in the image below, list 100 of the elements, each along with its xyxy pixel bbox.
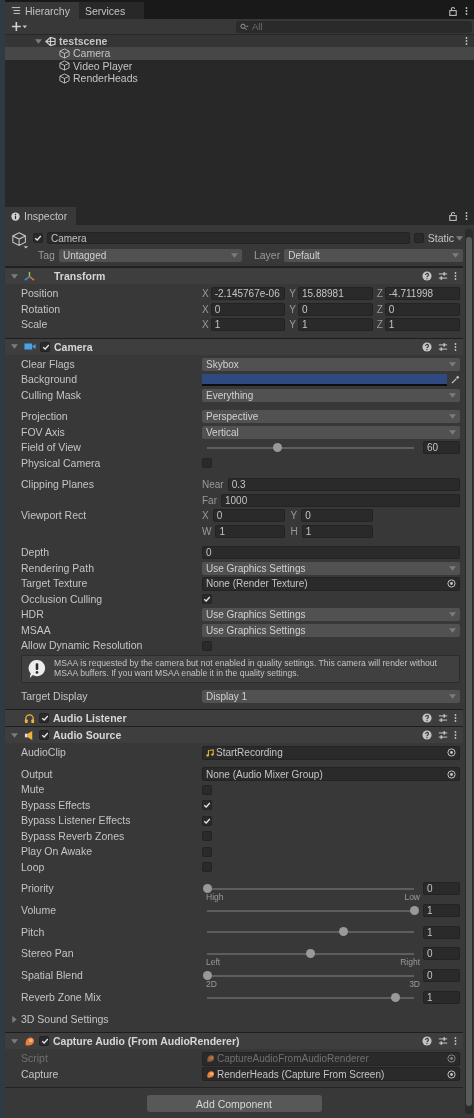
more-icon[interactable] xyxy=(465,5,468,16)
more-icon[interactable] xyxy=(465,211,468,221)
presets-icon[interactable] xyxy=(438,730,448,740)
collapse-arrow-icon[interactable] xyxy=(35,37,42,45)
dropdown[interactable]: Untagged xyxy=(58,248,242,262)
input-field[interactable]: 1000 xyxy=(221,493,460,507)
input-field[interactable]: 1 xyxy=(384,318,460,332)
dropdown[interactable]: Vertical xyxy=(202,425,460,439)
checkbox[interactable] xyxy=(40,341,50,352)
object-picker-icon[interactable] xyxy=(447,579,456,589)
input-field[interactable]: 15.88981 xyxy=(298,287,373,301)
input-field[interactable]: Camera xyxy=(47,232,410,244)
add-component-button[interactable]: Add Component xyxy=(146,1095,322,1112)
presets-icon[interactable] xyxy=(438,341,448,352)
input-field[interactable]: 0 xyxy=(423,882,460,896)
input-field[interactable]: 1 xyxy=(301,524,373,538)
help-icon[interactable] xyxy=(422,730,432,740)
input-field[interactable]: 0 xyxy=(212,509,285,523)
static-dropdown[interactable]: Static xyxy=(427,232,463,244)
input-field[interactable]: 0 xyxy=(301,509,373,523)
input-field[interactable]: 0 xyxy=(202,546,460,560)
slider-thumb[interactable] xyxy=(409,905,419,915)
input-field[interactable]: 0 xyxy=(384,302,460,316)
checkbox[interactable] xyxy=(202,594,212,605)
slider-thumb[interactable] xyxy=(202,883,212,893)
input-field[interactable]: 60 xyxy=(423,441,460,455)
input-field[interactable]: 0 xyxy=(298,302,373,316)
input-field[interactable]: 0.3 xyxy=(227,478,460,492)
panel-tab[interactable]: Hierarchy xyxy=(5,2,79,19)
more-icon[interactable] xyxy=(465,36,468,47)
component-header[interactable]: Camera xyxy=(5,337,463,355)
help-icon[interactable] xyxy=(422,1036,432,1046)
input-field[interactable]: 1 xyxy=(298,318,373,332)
checkbox[interactable] xyxy=(202,815,212,826)
hierarchy-item[interactable]: RenderHeads xyxy=(5,71,474,85)
slider-thumb[interactable] xyxy=(272,442,282,452)
presets-icon[interactable] xyxy=(438,271,448,281)
help-icon[interactable] xyxy=(422,341,432,352)
dropdown[interactable]: Everything xyxy=(202,388,460,402)
input-field[interactable]: 1 xyxy=(423,904,460,918)
scene-row[interactable]: testscene xyxy=(5,35,474,48)
object-icon[interactable] xyxy=(11,231,29,249)
object-field[interactable]: RenderHeads (Capture From Screen) xyxy=(202,1067,460,1082)
input-field[interactable]: 1 xyxy=(215,524,285,538)
checkbox[interactable] xyxy=(39,1036,49,1046)
more-icon[interactable] xyxy=(454,730,457,740)
expand-arrow-icon[interactable] xyxy=(11,1015,18,1023)
collapse-arrow-icon[interactable] xyxy=(11,343,18,350)
presets-icon[interactable] xyxy=(438,713,448,723)
slider-thumb[interactable] xyxy=(202,970,212,980)
input-field[interactable]: 0 xyxy=(423,969,460,983)
lock-icon[interactable] xyxy=(449,5,457,16)
foldout-label[interactable]: 3D Sound Settings xyxy=(21,1011,202,1027)
dropdown[interactable]: Use Graphics Settings xyxy=(202,623,460,637)
lock-icon[interactable] xyxy=(449,211,457,221)
input-field[interactable]: -4.711998 xyxy=(384,287,460,301)
slider-thumb[interactable] xyxy=(390,992,400,1002)
add-button[interactable] xyxy=(11,21,27,32)
more-icon[interactable] xyxy=(454,341,457,352)
checkbox[interactable] xyxy=(33,233,43,243)
collapse-arrow-icon[interactable] xyxy=(11,1037,18,1045)
help-icon[interactable] xyxy=(422,713,432,723)
input-field[interactable]: 1 xyxy=(210,318,286,332)
presets-icon[interactable] xyxy=(438,1036,448,1046)
slider-thumb[interactable] xyxy=(306,948,315,958)
dropdown[interactable]: Display 1 xyxy=(202,689,460,703)
component-header[interactable]: Transform xyxy=(5,267,463,284)
object-picker-icon[interactable] xyxy=(447,769,456,779)
slider-thumb[interactable] xyxy=(339,927,349,937)
dropdown[interactable]: Perspective xyxy=(202,410,460,424)
panel-tab[interactable]: Inspector xyxy=(5,207,77,225)
panel-tab[interactable]: Services xyxy=(78,2,144,19)
dropdown[interactable]: Use Graphics Settings xyxy=(202,608,460,622)
input-field[interactable]: 0 xyxy=(423,947,460,961)
checkbox[interactable] xyxy=(202,800,212,811)
hierarchy-item[interactable]: Video Player xyxy=(5,59,474,72)
collapse-arrow-icon[interactable] xyxy=(11,272,18,280)
more-icon[interactable] xyxy=(454,271,457,281)
checkbox[interactable] xyxy=(39,730,49,740)
dropdown[interactable]: Default xyxy=(284,248,463,262)
search-field[interactable]: All xyxy=(236,20,472,33)
dropdown[interactable]: Skybox xyxy=(202,357,460,371)
input-field[interactable]: 1 xyxy=(423,991,460,1005)
scrollbar[interactable] xyxy=(465,229,473,1114)
component-header[interactable]: Audio Listener xyxy=(5,709,463,726)
hierarchy-item[interactable]: Camera xyxy=(5,47,474,60)
object-field[interactable]: None (Audio Mixer Group) xyxy=(202,767,460,782)
component-header[interactable]: Audio Source xyxy=(5,726,463,743)
collapse-arrow-icon[interactable] xyxy=(11,731,18,739)
more-icon[interactable] xyxy=(454,1036,457,1046)
object-picker-icon[interactable] xyxy=(447,748,456,758)
object-field[interactable]: None (Render Texture) xyxy=(202,576,460,591)
help-icon[interactable] xyxy=(422,271,432,281)
object-field[interactable]: StartRecording xyxy=(202,745,460,760)
input-field[interactable]: 1 xyxy=(423,925,460,939)
checkbox[interactable] xyxy=(39,713,49,723)
component-header[interactable]: Capture Audio (From AudioRenderer) xyxy=(5,1032,463,1049)
input-field[interactable]: 0 xyxy=(210,302,286,316)
input-field[interactable]: -2.145767e-06 xyxy=(210,287,286,301)
eyedropper-icon[interactable] xyxy=(451,375,460,385)
